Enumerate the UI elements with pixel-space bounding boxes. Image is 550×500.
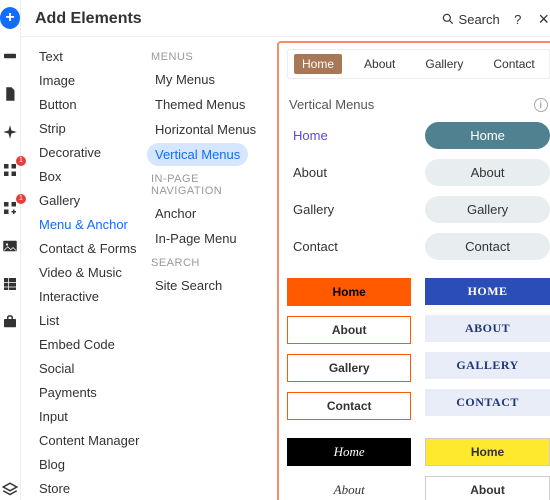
subcategory-item[interactable]: Anchor (147, 202, 204, 225)
horizontal-menu-preview[interactable]: Home About Gallery Contact (287, 49, 550, 79)
category-item[interactable]: Image (33, 69, 135, 92)
media-icon[interactable] (0, 236, 20, 256)
menu-item: GALLERY (425, 352, 549, 379)
vertical-menu-style-yellow[interactable]: Home About (425, 438, 549, 500)
menu-item: Contact (287, 392, 411, 420)
info-icon[interactable]: i (534, 98, 548, 112)
menu-item: About (287, 476, 411, 500)
menu-item: About (287, 159, 411, 186)
category-item[interactable]: Embed Code (33, 333, 135, 356)
category-item[interactable]: List (33, 309, 135, 332)
preview-area: Home About Gallery Contact Vertical Menu… (271, 37, 550, 500)
menu-item: Gallery (287, 354, 411, 382)
menu-item: Home (287, 122, 411, 149)
panel-title: Add Elements (35, 10, 431, 28)
vertical-menu-style-plain[interactable]: Home About Gallery Contact (287, 122, 411, 260)
close-button[interactable]: × (536, 11, 550, 27)
subgroup-heading: MENUS (151, 51, 261, 63)
category-item[interactable]: Payments (33, 381, 135, 404)
search-button[interactable]: Search (441, 12, 500, 27)
add-elements-panel: Add Elements Search ? × TextImageButtonS… (21, 0, 550, 500)
menu-item: About (425, 476, 549, 500)
vertical-menu-style-orange[interactable]: Home About Gallery Contact (287, 278, 411, 420)
business-icon[interactable] (0, 312, 20, 332)
hnav-tab[interactable]: About (356, 54, 403, 74)
data-icon[interactable] (0, 274, 20, 294)
page-icon[interactable] (0, 84, 20, 104)
category-list: TextImageButtonStripDecorativeBoxGallery… (21, 37, 141, 500)
subcategory-item[interactable]: In-Page Menu (147, 227, 245, 250)
design-icon[interactable] (0, 122, 20, 142)
menu-item: Contact (287, 233, 411, 260)
subcategory-item[interactable]: Vertical Menus (147, 143, 248, 166)
subcategory-item[interactable]: Horizontal Menus (147, 118, 264, 141)
section-title: Vertical Menus (289, 97, 374, 112)
left-rail: + 1 1 (0, 0, 21, 500)
add-button[interactable]: + (0, 8, 20, 28)
menu-item: HOME (425, 278, 549, 305)
category-item[interactable]: Decorative (33, 141, 135, 164)
menu-item: Home (425, 122, 549, 149)
menu-item: CONTACT (425, 389, 549, 416)
menu-item: About (287, 316, 411, 344)
search-label: Search (459, 12, 500, 27)
category-item[interactable]: Content Manager (33, 429, 135, 452)
menu-item: Gallery (287, 196, 411, 223)
subgroup-heading: IN-PAGE NAVIGATION (151, 173, 261, 197)
hnav-tab[interactable]: Gallery (417, 54, 471, 74)
badge: 1 (16, 194, 26, 204)
menu-item: ABOUT (425, 315, 549, 342)
category-item[interactable]: Video & Music (33, 261, 135, 284)
category-item[interactable]: Box (33, 165, 135, 188)
category-item[interactable]: Interactive (33, 285, 135, 308)
category-item[interactable]: Strip (33, 117, 135, 140)
menu-item: About (425, 159, 549, 186)
subcategory-item[interactable]: Site Search (147, 274, 230, 297)
menu-item: Gallery (425, 196, 549, 223)
hnav-tab[interactable]: Home (294, 54, 342, 74)
subgroup-heading: SEARCH (151, 257, 261, 269)
section-icon[interactable] (0, 46, 20, 66)
subcategory-item[interactable]: Themed Menus (147, 93, 253, 116)
category-item[interactable]: Store (33, 477, 135, 500)
menu-item: Home (287, 438, 411, 466)
category-item[interactable]: Gallery (33, 189, 135, 212)
layers-icon[interactable] (0, 480, 20, 500)
search-icon (441, 12, 455, 26)
help-button[interactable]: ? (510, 11, 526, 27)
preview-highlight: Home About Gallery Contact Vertical Menu… (277, 41, 550, 500)
apps2-icon[interactable]: 1 (0, 198, 20, 218)
category-item[interactable]: Social (33, 357, 135, 380)
vertical-menu-style-pill[interactable]: Home About Gallery Contact (425, 122, 549, 260)
category-item[interactable]: Button (33, 93, 135, 116)
hnav-tab[interactable]: Contact (485, 54, 542, 74)
badge: 1 (16, 156, 26, 166)
category-item[interactable]: Input (33, 405, 135, 428)
category-item[interactable]: Blog (33, 453, 135, 476)
category-item[interactable]: Menu & Anchor (33, 213, 135, 236)
subcategory-item[interactable]: My Menus (147, 68, 223, 91)
menu-item: Home (425, 438, 549, 466)
category-item[interactable]: Text (33, 45, 135, 68)
menu-item: Home (287, 278, 411, 306)
subcategory-list: MENUS My MenusThemed MenusHorizontal Menu… (141, 37, 271, 500)
vertical-menu-style-navy[interactable]: HOME ABOUT GALLERY CONTACT (425, 278, 549, 420)
vertical-menu-style-black[interactable]: Home About (287, 438, 411, 500)
menu-item: Contact (425, 233, 549, 260)
panel-header: Add Elements Search ? × (21, 0, 550, 37)
category-item[interactable]: Contact & Forms (33, 237, 135, 260)
apps-icon[interactable]: 1 (0, 160, 20, 180)
